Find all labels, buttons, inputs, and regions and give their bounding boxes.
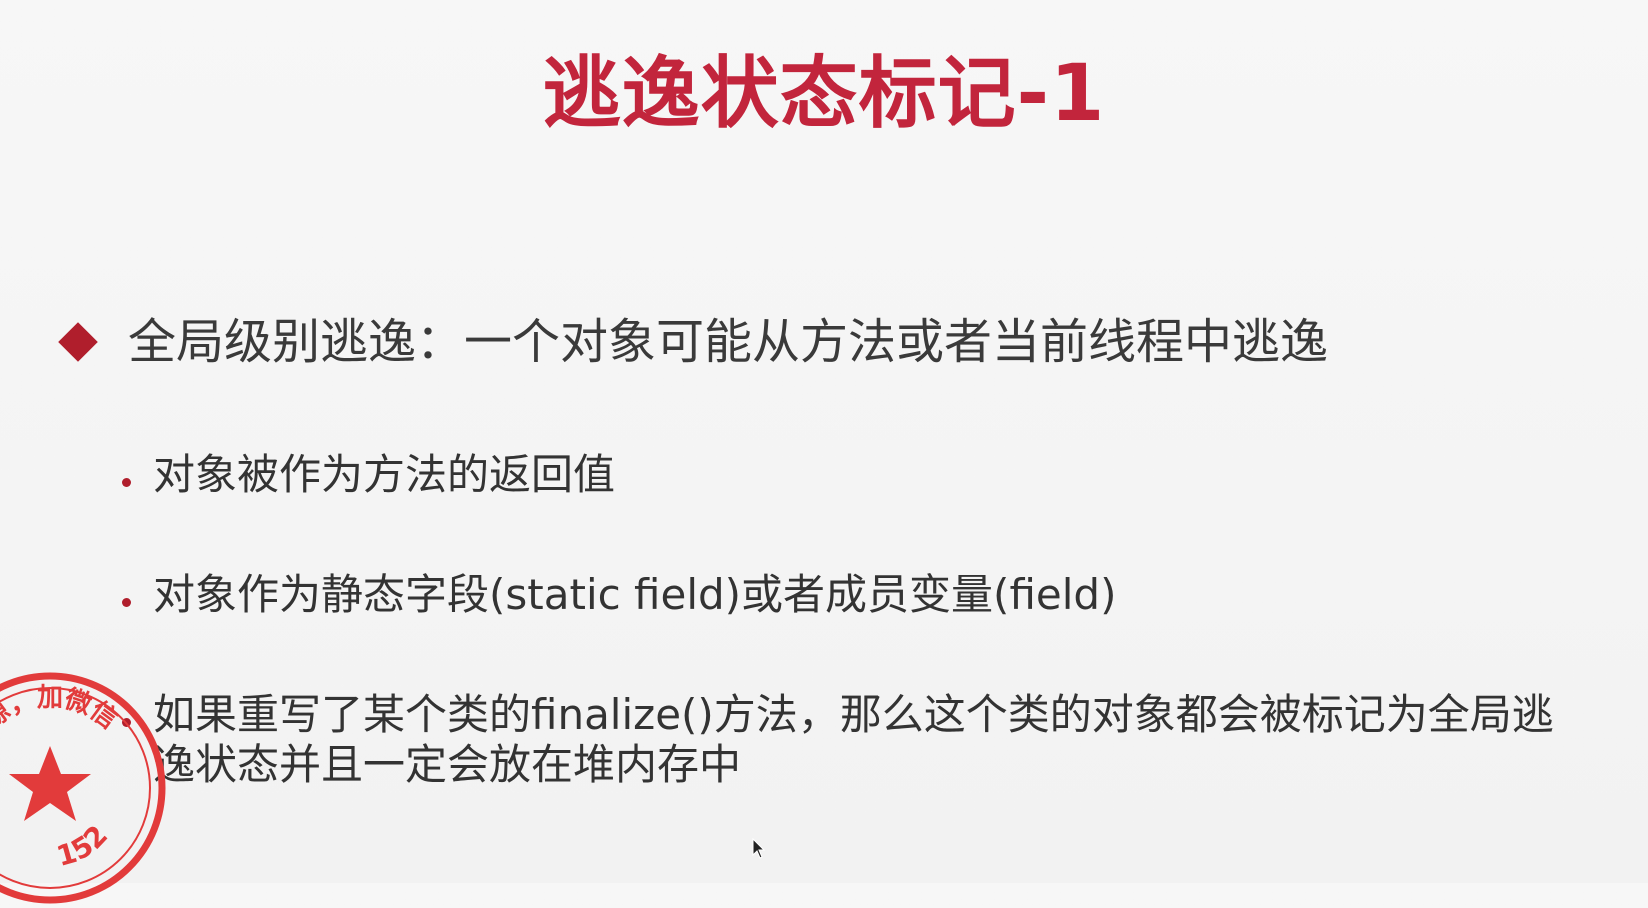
slide: 逃逸状态标记-1 全局级别逃逸：一个对象可能从方法或者当前线程中逃逸 对象被作为…	[0, 0, 1648, 904]
sub-bullet-text: 对象被作为方法的返回值	[153, 450, 616, 499]
dot-bullet-icon	[122, 598, 131, 607]
sub-bullet-item: 对象被作为方法的返回值	[122, 450, 615, 500]
slide-title: 逃逸状态标记-1	[542, 49, 1106, 139]
main-bullet-item: 全局级别逃逸：一个对象可能从方法或者当前线程中逃逸	[56, 308, 1328, 376]
mouse-pointer-icon	[752, 838, 766, 859]
sub-bullet-item: 如果重写了某个类的finalize()方法，那么这个类的对象都会被标记为全局逃逸…	[122, 690, 1593, 790]
stamp-star-icon	[9, 746, 91, 821]
dot-bullet-icon	[122, 718, 131, 727]
sub-bullet-text: 对象作为静态字段(static field)或者成员变量(field)	[153, 570, 1117, 619]
sub-bullet-item: 对象作为静态字段(static field)或者成员变量(field)	[122, 570, 1116, 620]
sub-bullet-text: 如果重写了某个类的finalize()方法，那么这个类的对象都会被标记为全局逃逸…	[153, 690, 1554, 789]
dot-bullet-icon	[122, 478, 131, 487]
stamp-text-top: 源，加微信	[0, 683, 123, 735]
stamp-text-bottom: 152	[53, 819, 114, 873]
main-bullet-text: 全局级别逃逸：一个对象可能从方法或者当前线程中逃逸	[128, 314, 1329, 370]
diamond-bullet-icon	[58, 322, 98, 362]
